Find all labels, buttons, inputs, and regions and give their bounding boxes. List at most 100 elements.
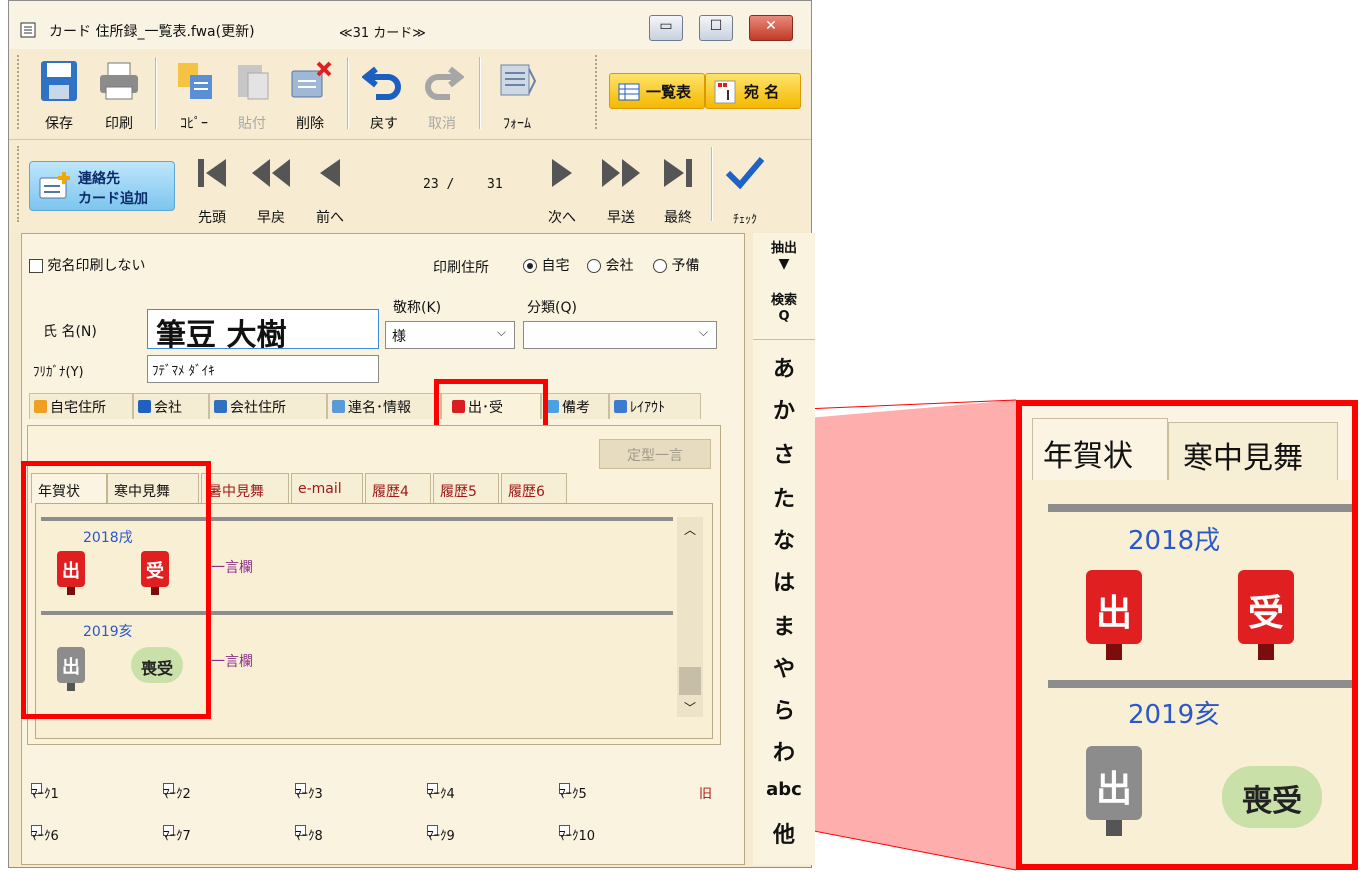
fast-forward-icon	[602, 159, 640, 187]
subtab-history6[interactable]: 履歴6	[501, 473, 567, 503]
form-button[interactable]: ﾌｫｰﾑ	[485, 55, 549, 133]
company-address-icon	[214, 400, 227, 413]
paste-button[interactable]: 貼付	[223, 55, 281, 133]
last-icon	[664, 159, 692, 187]
window-title: カード 住所録_一覧表.fwa(更新)	[49, 24, 255, 40]
subtab-email[interactable]: e-mail	[291, 473, 363, 503]
index-other[interactable]: 他	[753, 817, 815, 849]
fast-back-icon	[252, 159, 290, 187]
radio-company[interactable]: 会社	[587, 255, 633, 275]
tab-company-address[interactable]: 会社住所	[209, 393, 327, 419]
layout-icon	[614, 400, 627, 413]
subtab-history5[interactable]: 履歴5	[433, 473, 499, 503]
memo-label: 一言欄	[211, 654, 253, 670]
prev-icon	[320, 159, 340, 187]
furigana-input[interactable]: ﾌﾃﾞﾏﾒ ﾀﾞｲｷ	[147, 355, 379, 383]
address-view-button[interactable]: 宛 名	[705, 73, 801, 109]
record-total: 31	[487, 177, 503, 192]
chevron-down-icon: ⌵	[698, 325, 708, 339]
index-abc[interactable]: abc	[753, 779, 815, 800]
card-count: ≪31 カード≫	[339, 26, 426, 41]
search-icon: Q	[778, 309, 790, 324]
radio-icon	[587, 259, 601, 273]
check-button[interactable]: ﾁｪｯｸ	[719, 147, 771, 227]
radio-selected-icon	[523, 259, 537, 273]
name-label: 氏 名(N)	[43, 324, 97, 340]
no-print-checkbox[interactable]: 宛名印刷しない	[29, 255, 145, 275]
toolbar-main: 保存 印刷 ｺﾋﾟｰ 貼付 削除 戻す 取消 ﾌｫｰﾑ 一覧表 宛 名	[9, 49, 811, 137]
index-ya[interactable]: や	[753, 651, 815, 683]
building-icon	[138, 400, 151, 413]
index-sidebar: 抽出 ▼ 検索 Q あ か さ た な は ま や ら わ abc 他	[753, 233, 815, 865]
record-position: 23 /	[423, 177, 455, 192]
index-ra[interactable]: ら	[753, 693, 815, 725]
filter-icon: ▼	[778, 256, 790, 272]
index-wa[interactable]: わ	[753, 735, 815, 767]
form-icon	[500, 64, 537, 96]
copy-icon	[178, 63, 212, 99]
index-ka[interactable]: か	[753, 393, 815, 425]
tab-company[interactable]: 会社	[133, 393, 209, 419]
scroll-thumb[interactable]	[679, 667, 701, 695]
save-button[interactable]: 保存	[29, 55, 89, 133]
last-record-button[interactable]: 最終	[653, 147, 703, 227]
add-card-button[interactable]: 連絡先 カード追加	[29, 161, 175, 211]
postcard-icon	[714, 80, 736, 104]
scroll-down-icon: ﹀	[684, 701, 697, 715]
checkmark-icon	[725, 157, 765, 190]
index-a[interactable]: あ	[753, 351, 815, 383]
minimize-icon: ▭	[659, 18, 673, 34]
honorific-label: 敬称(K)	[393, 300, 442, 316]
delete-button[interactable]: 削除	[281, 55, 339, 133]
search-button[interactable]: 検索 Q	[759, 289, 809, 335]
vertical-scrollbar[interactable]: ︿ ﹀	[677, 517, 703, 717]
tab-joint-info[interactable]: 連名･情報	[327, 393, 441, 419]
print-button[interactable]: 印刷	[89, 55, 149, 133]
index-sa[interactable]: さ	[753, 437, 815, 469]
fast-forward-button[interactable]: 早送	[593, 147, 649, 227]
tab-home-address[interactable]: 自宅住所	[29, 393, 133, 419]
copy-button[interactable]: ｺﾋﾟｰ	[165, 55, 223, 133]
name-input[interactable]: 筆豆 大樹	[147, 309, 379, 353]
print-address-label: 印刷住所	[433, 260, 489, 276]
first-icon	[198, 159, 226, 187]
category-select[interactable]: ⌵	[523, 321, 717, 349]
tab-notes[interactable]: 備考	[541, 393, 609, 419]
close-button[interactable]: ✕	[749, 15, 793, 41]
index-ma[interactable]: ま	[753, 609, 815, 641]
next-button[interactable]: 次へ	[537, 147, 587, 227]
cancel-button[interactable]: 取消	[413, 55, 471, 133]
delete-icon	[291, 61, 332, 98]
minimize-button[interactable]: ▭	[649, 15, 683, 41]
index-ha[interactable]: は	[753, 565, 815, 597]
list-view-button[interactable]: 一覧表	[609, 73, 705, 109]
fast-back-button[interactable]: 早戻	[243, 147, 299, 227]
close-icon: ✕	[765, 18, 777, 34]
maximize-icon: ☐	[709, 18, 723, 34]
prev-button[interactable]: 前へ	[305, 147, 355, 227]
paste-icon	[238, 65, 269, 100]
scroll-up-icon: ︿	[684, 523, 697, 537]
fixed-phrase-button[interactable]: 定型一言	[599, 439, 711, 469]
category-label: 分類(Q)	[527, 300, 577, 316]
next-icon	[552, 159, 572, 187]
index-na[interactable]: な	[753, 523, 815, 555]
subtab-history4[interactable]: 履歴4	[365, 473, 431, 503]
memo-label: 一言欄	[211, 560, 253, 576]
subtab-shochu[interactable]: 暑中見舞	[201, 473, 289, 503]
undo-button[interactable]: 戻す	[355, 55, 413, 133]
add-card-icon	[39, 172, 70, 199]
honorific-select[interactable]: 様 ⌵	[385, 321, 515, 349]
maximize-button[interactable]: ☐	[699, 15, 733, 41]
radio-spare[interactable]: 予備	[653, 255, 699, 275]
extract-button[interactable]: 抽出 ▼	[759, 237, 809, 285]
people-icon	[332, 400, 345, 413]
house-icon	[34, 400, 47, 413]
save-icon	[41, 61, 77, 101]
index-ta[interactable]: た	[753, 481, 815, 513]
radio-home[interactable]: 自宅	[523, 255, 569, 275]
first-record-button[interactable]: 先頭	[187, 147, 237, 227]
tab-layout[interactable]: ﾚｲｱｳﾄ	[609, 393, 701, 419]
old-marker: 旧	[699, 787, 713, 802]
highlight-subpanel	[21, 461, 211, 719]
